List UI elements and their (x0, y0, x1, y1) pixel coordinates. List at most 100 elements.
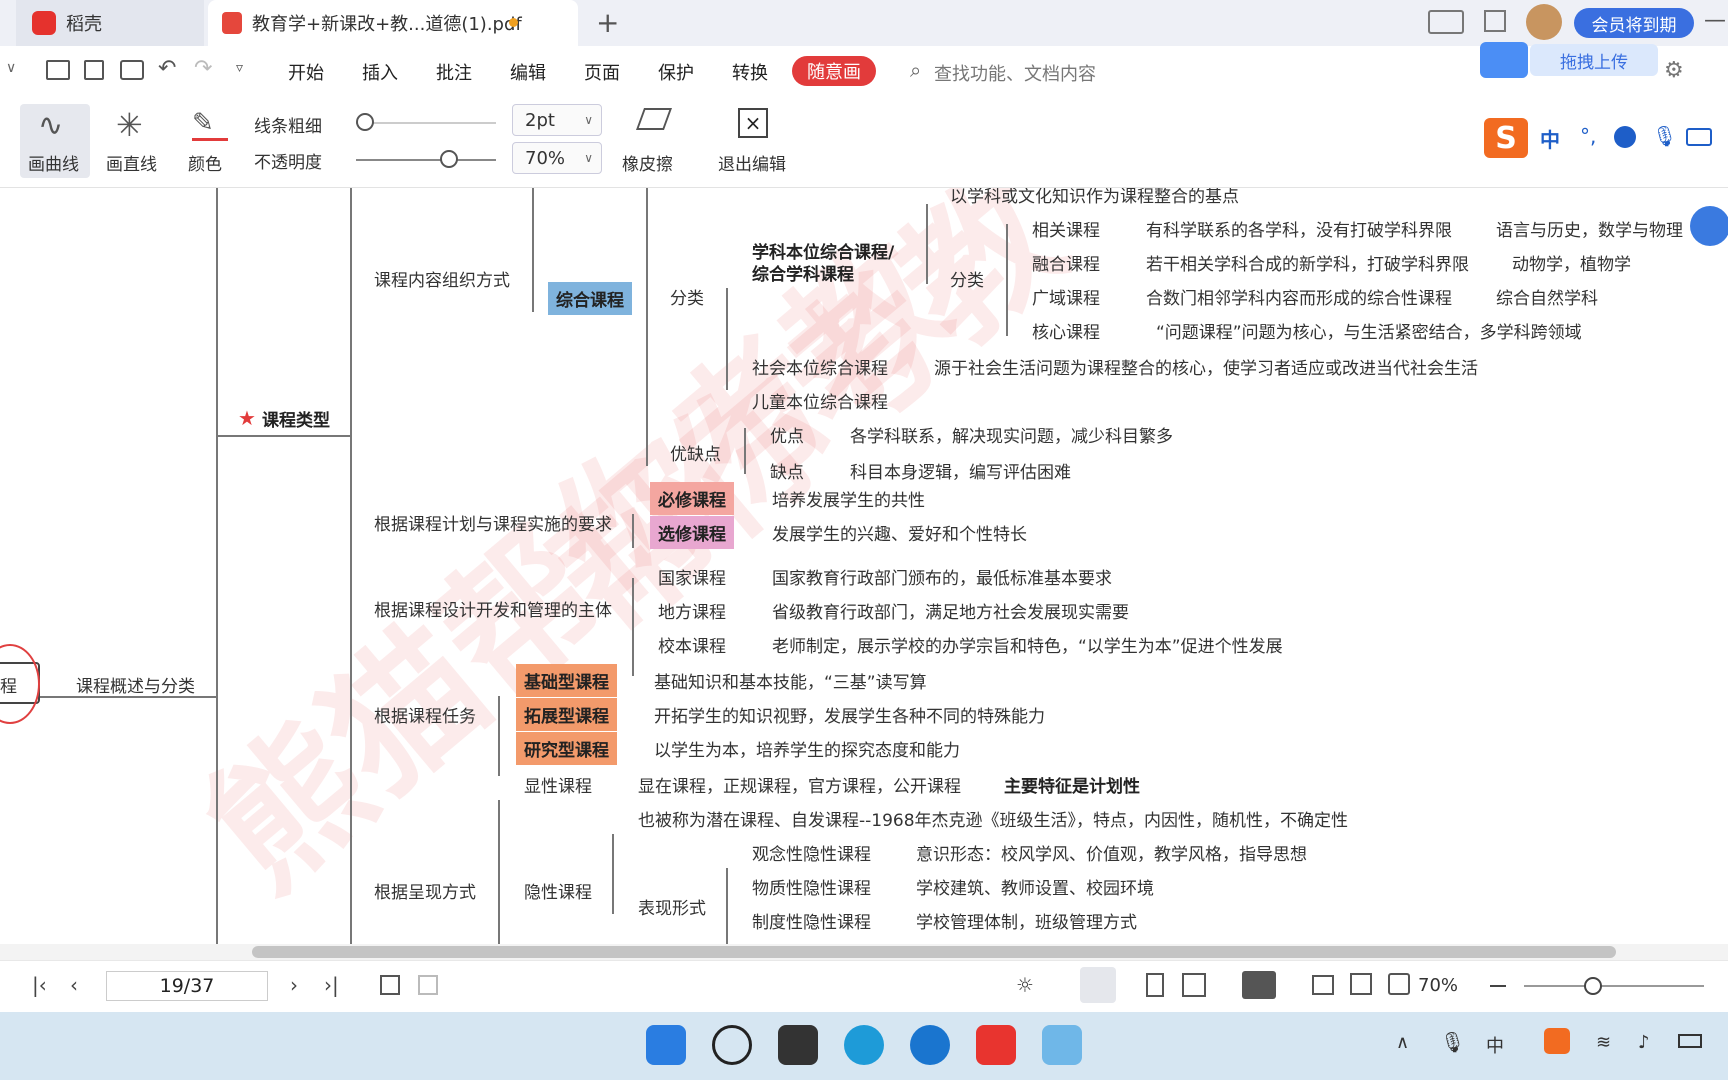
print-icon[interactable] (120, 60, 144, 80)
forward-icon[interactable] (418, 975, 438, 995)
ime-lang[interactable]: 中 (1540, 124, 1560, 153)
member-button[interactable]: 会员将到期 (1574, 8, 1694, 38)
redo-icon[interactable]: ↷ (194, 56, 212, 81)
last-page-icon[interactable]: ›| (324, 973, 339, 997)
next-page-icon[interactable]: › (290, 973, 298, 997)
rotate-icon[interactable] (1388, 973, 1410, 995)
task-view-icon[interactable] (778, 1025, 818, 1065)
shehui-node: 社会本位综合课程 (752, 359, 888, 379)
zoom-slider[interactable] (1524, 985, 1704, 987)
ime-keyboard-icon[interactable] (1686, 128, 1712, 146)
save-icon[interactable] (84, 60, 104, 80)
windows-taskbar: ∧ 🎙 中 ≋ ♪ (0, 1012, 1728, 1080)
tray-mic-icon[interactable]: 🎙 (1440, 1030, 1465, 1054)
upload-button[interactable]: 拖拽上传 (1530, 44, 1658, 76)
pen-icon[interactable]: ✎ (192, 108, 214, 138)
minimize-icon[interactable]: — (1704, 8, 1726, 33)
ime-sogou-logo[interactable]: S (1484, 118, 1528, 158)
wifi-icon[interactable]: ≋ (1596, 1032, 1611, 1053)
cloud-upload-icon[interactable] (1480, 42, 1528, 78)
tab-daoke[interactable]: 稻壳 (16, 0, 204, 46)
scrollbar-thumb[interactable] (252, 946, 1616, 958)
line-icon[interactable]: ✳ (116, 106, 143, 144)
que-desc: 科目本身逻辑，编写评估困难 (850, 463, 1071, 483)
eye-protect-icon[interactable]: ☼ (1016, 973, 1034, 997)
side-tool-icon[interactable] (1690, 206, 1728, 246)
settings-gear-icon[interactable]: ⚙ (1664, 58, 1684, 83)
row-a: 核心课程 (1032, 323, 1100, 343)
tray-ime-icon[interactable]: 中 (1486, 1032, 1504, 1058)
more-icon[interactable]: ▿ (236, 60, 243, 76)
chevron-down-icon[interactable]: ∨ (6, 60, 16, 76)
menu-insert[interactable]: 插入 (362, 59, 398, 85)
xianxing-desc: 显在课程，正规课程，官方课程，公开课程 (638, 777, 961, 797)
tray-sogou-icon[interactable] (1544, 1028, 1570, 1054)
tray-chevron-up-icon[interactable]: ∧ (1396, 1032, 1409, 1053)
b3-b: 老师制定，展示学校的办学宗旨和特色，“以学生为本”促进个性发展 (772, 637, 1283, 657)
tab-pdf[interactable]: 教育学+新课改+教...道德(1).pdf (208, 0, 578, 46)
exit-edit-label[interactable]: 退出编辑 (718, 150, 786, 175)
search-icon: ⌕ (910, 58, 922, 82)
color-label[interactable]: 颜色 (188, 150, 222, 175)
start-windows-icon[interactable] (646, 1025, 686, 1065)
you-desc: 各学科联系，解决现实问题，减少科目繁多 (850, 427, 1173, 447)
single-page-icon[interactable] (1146, 973, 1164, 997)
chevron-down-icon: ∨ (584, 113, 593, 127)
ime-punct-icon[interactable]: °, (1580, 124, 1596, 148)
grid-icon[interactable] (1484, 10, 1506, 32)
xianxing-key: 主要特征是计划性 (1004, 777, 1140, 797)
document-canvas: 熊猫帮你考教 帮你考教 程 课程概述与分类 ★ 课程类型 以学科或文化知识作为课… (0, 188, 1728, 944)
menu-start[interactable]: 开始 (288, 59, 324, 85)
task-tag: 拓展型课程 (516, 698, 617, 731)
thickness-slider[interactable] (356, 122, 496, 124)
horizontal-scrollbar[interactable] (0, 944, 1728, 960)
undo-icon[interactable]: ↶ (158, 56, 176, 81)
search-icon[interactable] (712, 1025, 752, 1065)
menu-free-draw[interactable]: 随意画 (792, 56, 876, 86)
wps-icon[interactable] (976, 1025, 1016, 1065)
zoom-slider-handle[interactable] (1584, 977, 1602, 995)
opacity-slider-handle[interactable] (440, 150, 458, 168)
ie-icon[interactable] (910, 1025, 950, 1065)
fit-page-icon[interactable] (1350, 973, 1372, 995)
opacity-select[interactable]: 70% ∨ (512, 142, 602, 174)
first-page-icon[interactable]: |‹ (32, 973, 47, 997)
live-app-icon[interactable] (1042, 1025, 1082, 1065)
zoom-out-icon[interactable] (1490, 985, 1506, 987)
play-icon[interactable] (1242, 971, 1276, 999)
back-icon[interactable] (380, 975, 400, 995)
menu-page[interactable]: 页面 (584, 59, 620, 85)
ime-mic-icon[interactable]: 🎙 (1652, 124, 1677, 148)
task-tag: 基础型课程 (516, 664, 617, 697)
thickness-select[interactable]: 2pt ∨ (512, 104, 602, 136)
menu-edit[interactable]: 编辑 (510, 59, 546, 85)
fit-width-icon[interactable] (1080, 967, 1116, 1003)
double-page-icon[interactable] (1182, 973, 1206, 997)
volume-icon[interactable]: ♪ (1638, 1032, 1650, 1053)
curve-label: 画曲线 (28, 155, 79, 175)
ime-emoji-icon[interactable] (1614, 126, 1636, 148)
menu-convert[interactable]: 转换 (732, 59, 768, 85)
thickness-slider-handle[interactable] (356, 113, 374, 131)
close-icon[interactable]: × (738, 108, 768, 138)
prev-page-icon[interactable]: ‹ (70, 973, 78, 997)
search-input[interactable]: 查找功能、文档内容 (934, 60, 1096, 86)
actual-size-icon[interactable] (1312, 975, 1334, 995)
eraser-icon[interactable] (635, 108, 673, 130)
you-node: 优点 (770, 427, 804, 447)
open-icon[interactable] (46, 60, 70, 80)
opacity-slider[interactable] (356, 159, 496, 161)
page-input[interactable]: 19/37 (106, 971, 268, 1001)
eraser-label[interactable]: 橡皮擦 (622, 150, 673, 175)
edge-icon[interactable] (844, 1025, 884, 1065)
row-a: 广域课程 (1032, 289, 1100, 309)
avatar[interactable] (1526, 4, 1562, 40)
task-desc: 开拓学生的知识视野，发展学生各种不同的特殊能力 (654, 707, 1045, 727)
battery-icon[interactable] (1678, 1034, 1702, 1048)
menu-comment[interactable]: 批注 (436, 59, 472, 85)
reading-mode-icon[interactable] (1428, 10, 1464, 34)
new-tab-icon[interactable]: + (596, 6, 619, 39)
menu-protect[interactable]: 保护 (658, 59, 694, 85)
zoom-select[interactable]: 70% (1418, 975, 1458, 996)
line-label[interactable]: 画直线 (106, 150, 157, 175)
